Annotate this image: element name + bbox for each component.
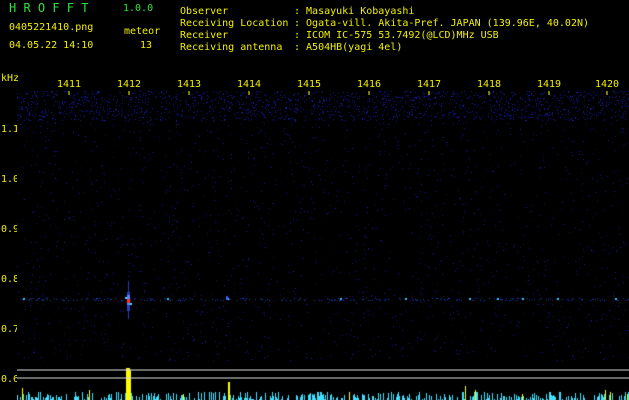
datetime: 04.05.22 14:10 — [9, 40, 94, 51]
app-title: H R O F F T — [9, 1, 89, 15]
filename: 0405221410.png — [9, 22, 94, 33]
x-tick-label: 1417 — [416, 79, 442, 90]
x-tick-label: 1413 — [176, 79, 202, 90]
observer-value: : Masayuki Kobayashi — [294, 6, 415, 17]
antenna-value: : A504HB(yagi 4el) — [294, 42, 403, 53]
x-tick-label: 1411 — [56, 79, 82, 90]
x-tick-label: 1419 — [536, 79, 562, 90]
app-version: 1.0.0 — [123, 3, 154, 14]
receiver-value: : ICOM IC-575 53.7492(@LCD)MHz USB — [294, 30, 499, 41]
antenna-label: Receiving antenna — [180, 42, 283, 53]
y-axis-unit: kHz — [1, 73, 20, 84]
x-tick-label: 1414 — [236, 79, 262, 90]
meteor-count: 13 — [140, 40, 153, 51]
x-tick-marks — [68, 91, 608, 95]
x-tick-label: 1418 — [476, 79, 502, 90]
meteor-label: meteor — [124, 26, 161, 37]
hrofft-window: H R O F F T 1.0.0 0405221410.png 04.05.2… — [0, 0, 629, 400]
x-tick-label: 1416 — [356, 79, 382, 90]
receiver-label: Receiver — [180, 30, 229, 41]
x-tick-label: 1412 — [116, 79, 142, 90]
x-tick-label: 1415 — [296, 79, 322, 90]
location-value: : Ogata-vill. Akita-Pref. JAPAN (139.96E… — [294, 18, 590, 29]
x-tick-label: 1420 — [594, 79, 620, 90]
spectrogram-overlay — [17, 91, 629, 379]
location-label: Receiving Location — [180, 18, 289, 29]
observer-label: Observer — [180, 6, 229, 17]
